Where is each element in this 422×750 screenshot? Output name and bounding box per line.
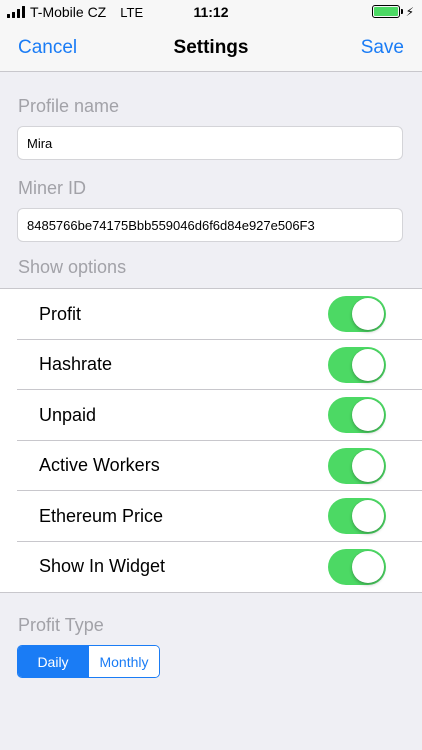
page-title: Settings <box>173 37 249 58</box>
navigation-bar: Cancel Settings Save <box>0 24 422 72</box>
battery-fill <box>373 7 398 16</box>
toggle-knob <box>352 348 384 381</box>
profit-toggle[interactable] <box>328 296 386 332</box>
status-time: 11:12 <box>193 4 229 20</box>
option-row-ethereum-price: Ethereum Price <box>0 491 422 542</box>
option-label: Active Workers <box>39 455 160 476</box>
profile-name-label: Profile name <box>18 96 120 116</box>
toggle-knob <box>352 550 384 583</box>
hashrate-toggle[interactable] <box>328 346 386 383</box>
profit-type-segmented-control: Daily Monthly <box>17 645 160 678</box>
option-row-hashrate: Hashrate <box>0 340 422 390</box>
toggle-knob <box>352 399 384 431</box>
status-right: ⚡︎ <box>371 4 414 19</box>
option-label: Show In Widget <box>39 556 166 577</box>
option-row-show-in-widget: Show In Widget <box>0 542 422 593</box>
toggle-knob <box>352 500 384 532</box>
charging-bolt-icon: ⚡︎ <box>405 4 414 19</box>
profile-name-input[interactable] <box>17 126 403 160</box>
segment-daily[interactable]: Daily <box>18 646 88 677</box>
segment-monthly[interactable]: Monthly <box>88 646 159 677</box>
option-label: Unpaid <box>39 404 97 425</box>
show-in-widget-toggle[interactable] <box>328 548 386 585</box>
option-row-active-workers: Active Workers <box>0 441 422 491</box>
show-options-label: Show options <box>18 257 127 277</box>
toggle-knob <box>352 449 384 482</box>
option-label: Profit <box>39 303 82 324</box>
ethereum-price-toggle[interactable] <box>328 498 386 534</box>
miner-id-input[interactable] <box>17 208 403 242</box>
save-button[interactable]: Save <box>361 37 404 59</box>
active-workers-toggle[interactable] <box>328 447 386 484</box>
unpaid-toggle[interactable] <box>328 397 386 433</box>
option-label: Hashrate <box>39 354 113 375</box>
battery-cap <box>400 9 403 14</box>
profit-type-label: Profit Type <box>18 615 104 635</box>
option-label: Ethereum Price <box>39 505 164 526</box>
battery-icon <box>371 5 400 18</box>
status-bar: T-Mobile CZ LTE 11:12 ⚡︎ <box>0 0 422 24</box>
show-options-list: Profit Hashrate Unpaid Active Workers Et… <box>0 288 422 593</box>
miner-id-label: Miner ID <box>18 178 87 198</box>
option-row-profit: Profit <box>0 289 422 340</box>
option-row-unpaid: Unpaid <box>0 390 422 441</box>
toggle-knob <box>352 298 384 330</box>
